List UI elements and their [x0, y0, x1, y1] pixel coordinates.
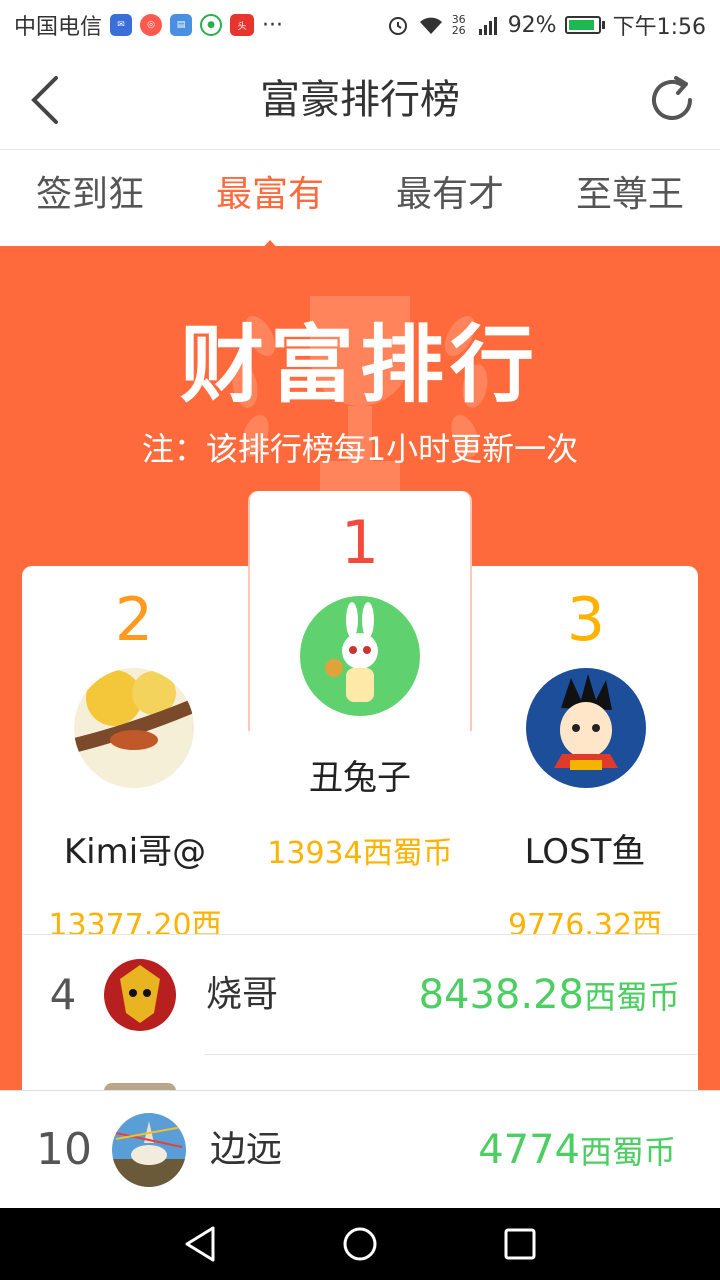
first-rank: 1 [340, 508, 380, 578]
my-name: 边远 [210, 1129, 283, 1170]
network-type-label: 36 26 [451, 13, 466, 37]
browser-notification-icon: ● [200, 14, 223, 36]
clock: 下午1:56 [612, 15, 706, 40]
my-rank-row[interactable]: 10 边远 4774西蜀币 [0, 1090, 720, 1208]
third-avatar[interactable] [526, 668, 646, 788]
square-recents-icon [504, 1228, 536, 1260]
battery-percent: 92% [507, 12, 557, 38]
app-notification-icon: ✉ [110, 14, 133, 36]
battery-icon [564, 16, 605, 34]
alarm-icon [388, 17, 407, 35]
second-avatar[interactable] [74, 668, 194, 788]
third-rank: 3 [566, 585, 606, 655]
tab-sign-in[interactable]: 签到狂 [0, 150, 180, 246]
tab-bar: 签到狂 最富有 最有才 至尊王 [0, 150, 720, 252]
avatar-rabbit-icon [300, 596, 420, 716]
second-name: Kimi哥@ [63, 832, 207, 872]
weibo-notification-icon: ◎ [140, 14, 163, 36]
banner-note: 注：该排行榜每1小时更新一次 [141, 430, 579, 468]
toutiao-notification-icon: 头 [230, 14, 255, 36]
wifi-icon [419, 17, 442, 34]
avatar-tree-icon [74, 668, 194, 788]
list-item-amount-unit: 西蜀币 [583, 978, 680, 1016]
list-item-rank: 4 [49, 970, 77, 1019]
system-nav-bar [0, 1208, 720, 1280]
more-notifications-icon: ··· [262, 12, 283, 38]
second-rank: 2 [114, 585, 154, 655]
tab-richest[interactable]: 最富有 [180, 150, 360, 252]
list-item-name: 烧哥 [206, 974, 279, 1015]
my-amount-unit: 西蜀币 [579, 1133, 676, 1171]
header: 富豪排行榜 [0, 50, 720, 150]
nav-home-button[interactable] [330, 1214, 390, 1274]
list-item-amount: 8438.28西蜀币 [419, 935, 680, 1063]
carrier-label: 中国电信 [14, 15, 103, 40]
my-avatar [112, 1113, 186, 1187]
status-bar: 中国电信 ✉ ◎ ▤ ● 头 ··· 36 26 92% 下午1:56 [0, 0, 720, 50]
signal-icon [478, 17, 497, 35]
status-bar-left: 中国电信 ✉ ◎ ▤ ● 头 ··· [14, 9, 283, 41]
refresh-icon [652, 76, 692, 120]
status-bar-right: 36 26 92% 下午1:56 [386, 9, 706, 41]
my-amount-value: 4774 [478, 1127, 580, 1173]
list-item-amount-value: 8438.28 [418, 972, 584, 1018]
list-item-partial[interactable] [22, 1055, 698, 1091]
avatar-warrior-icon [526, 668, 646, 788]
nav-back-button[interactable] [170, 1214, 230, 1274]
first-avatar[interactable] [300, 596, 420, 716]
triangle-back-icon [185, 1226, 215, 1262]
first-amount: 13934西蜀币 [267, 836, 453, 871]
third-name: LOST鱼 [524, 832, 646, 872]
list-item[interactable]: 4 烧哥 8438.28西蜀币 [22, 935, 698, 1055]
avatar-stupa-icon [112, 1113, 186, 1187]
my-rank: 10 [36, 1124, 92, 1175]
list-item-avatar [104, 959, 176, 1031]
tab-most-talented[interactable]: 最有才 [360, 150, 540, 246]
my-amount: 4774西蜀币 [478, 1091, 676, 1217]
news-notification-icon: ▤ [170, 14, 193, 36]
tab-supreme[interactable]: 至尊王 [540, 150, 720, 246]
first-name: 丑兔子 [309, 758, 411, 798]
circle-home-icon [343, 1227, 377, 1261]
page-title: 富豪排行榜 [260, 77, 460, 123]
nav-recents-button[interactable] [490, 1214, 550, 1274]
avatar-mask-icon [104, 959, 176, 1031]
banner-title: 财富排行 [179, 316, 540, 414]
refresh-button[interactable] [642, 70, 702, 130]
